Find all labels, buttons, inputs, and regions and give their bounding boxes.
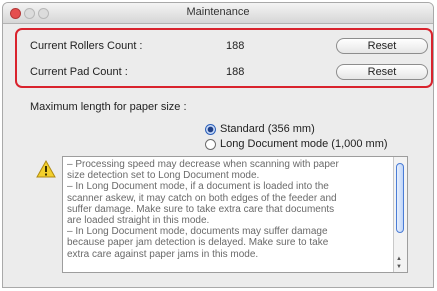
warning-text-line: scanner askew, it may catch on both edge… bbox=[67, 192, 337, 204]
radio-long-document-button[interactable] bbox=[205, 139, 216, 150]
pad-count-value: 188 bbox=[226, 66, 245, 78]
warning-text-line: because paper jam detection is delayed. … bbox=[67, 237, 329, 249]
pad-count-label: Current Pad Count : bbox=[30, 66, 128, 78]
warning-icon bbox=[36, 160, 56, 178]
rollers-count-value: 188 bbox=[226, 40, 245, 52]
pad-count-row: Current Pad Count : 188 Reset bbox=[0, 63, 437, 83]
scrollbar-thumb[interactable] bbox=[396, 163, 404, 233]
rollers-count-row: Current Rollers Count : 188 Reset bbox=[0, 37, 437, 57]
warning-scrollbar[interactable]: ▲ ▼ bbox=[393, 157, 407, 272]
title-bar: Maintenance bbox=[3, 3, 433, 24]
scroll-down-arrow-icon[interactable]: ▼ bbox=[396, 264, 402, 270]
warning-text-line: – In Long Document mode, documents may s… bbox=[67, 226, 328, 238]
window-title: Maintenance bbox=[186, 6, 250, 18]
warning-text-line: – In Long Document mode, if a document i… bbox=[67, 181, 329, 193]
warning-text-line: size detection set to Long Document mode… bbox=[67, 170, 260, 182]
warning-text-line: – Processing speed may decrease when sca… bbox=[67, 159, 339, 170]
reset-pad-button[interactable]: Reset bbox=[336, 64, 428, 80]
reset-rollers-button[interactable]: Reset bbox=[336, 38, 428, 54]
radio-long-document-label[interactable]: Long Document mode (1,000 mm) bbox=[220, 138, 388, 150]
rollers-count-label: Current Rollers Count : bbox=[30, 40, 143, 52]
warning-text-line: suffer damage. Make sure to take extra c… bbox=[67, 203, 335, 215]
warning-text-line: extra care against paper jams in this mo… bbox=[67, 248, 259, 260]
paper-size-label: Maximum length for paper size : bbox=[30, 101, 187, 113]
warning-text: – Processing speed may decrease when sca… bbox=[67, 159, 389, 260]
scroll-up-arrow-icon[interactable]: ▲ bbox=[396, 256, 402, 262]
warning-text-line: are loaded straight in this mode. bbox=[67, 215, 210, 227]
radio-standard-label[interactable]: Standard (356 mm) bbox=[220, 123, 315, 135]
radio-standard-button[interactable] bbox=[205, 124, 216, 135]
warning-text-area[interactable]: – Processing speed may decrease when sca… bbox=[62, 156, 408, 273]
